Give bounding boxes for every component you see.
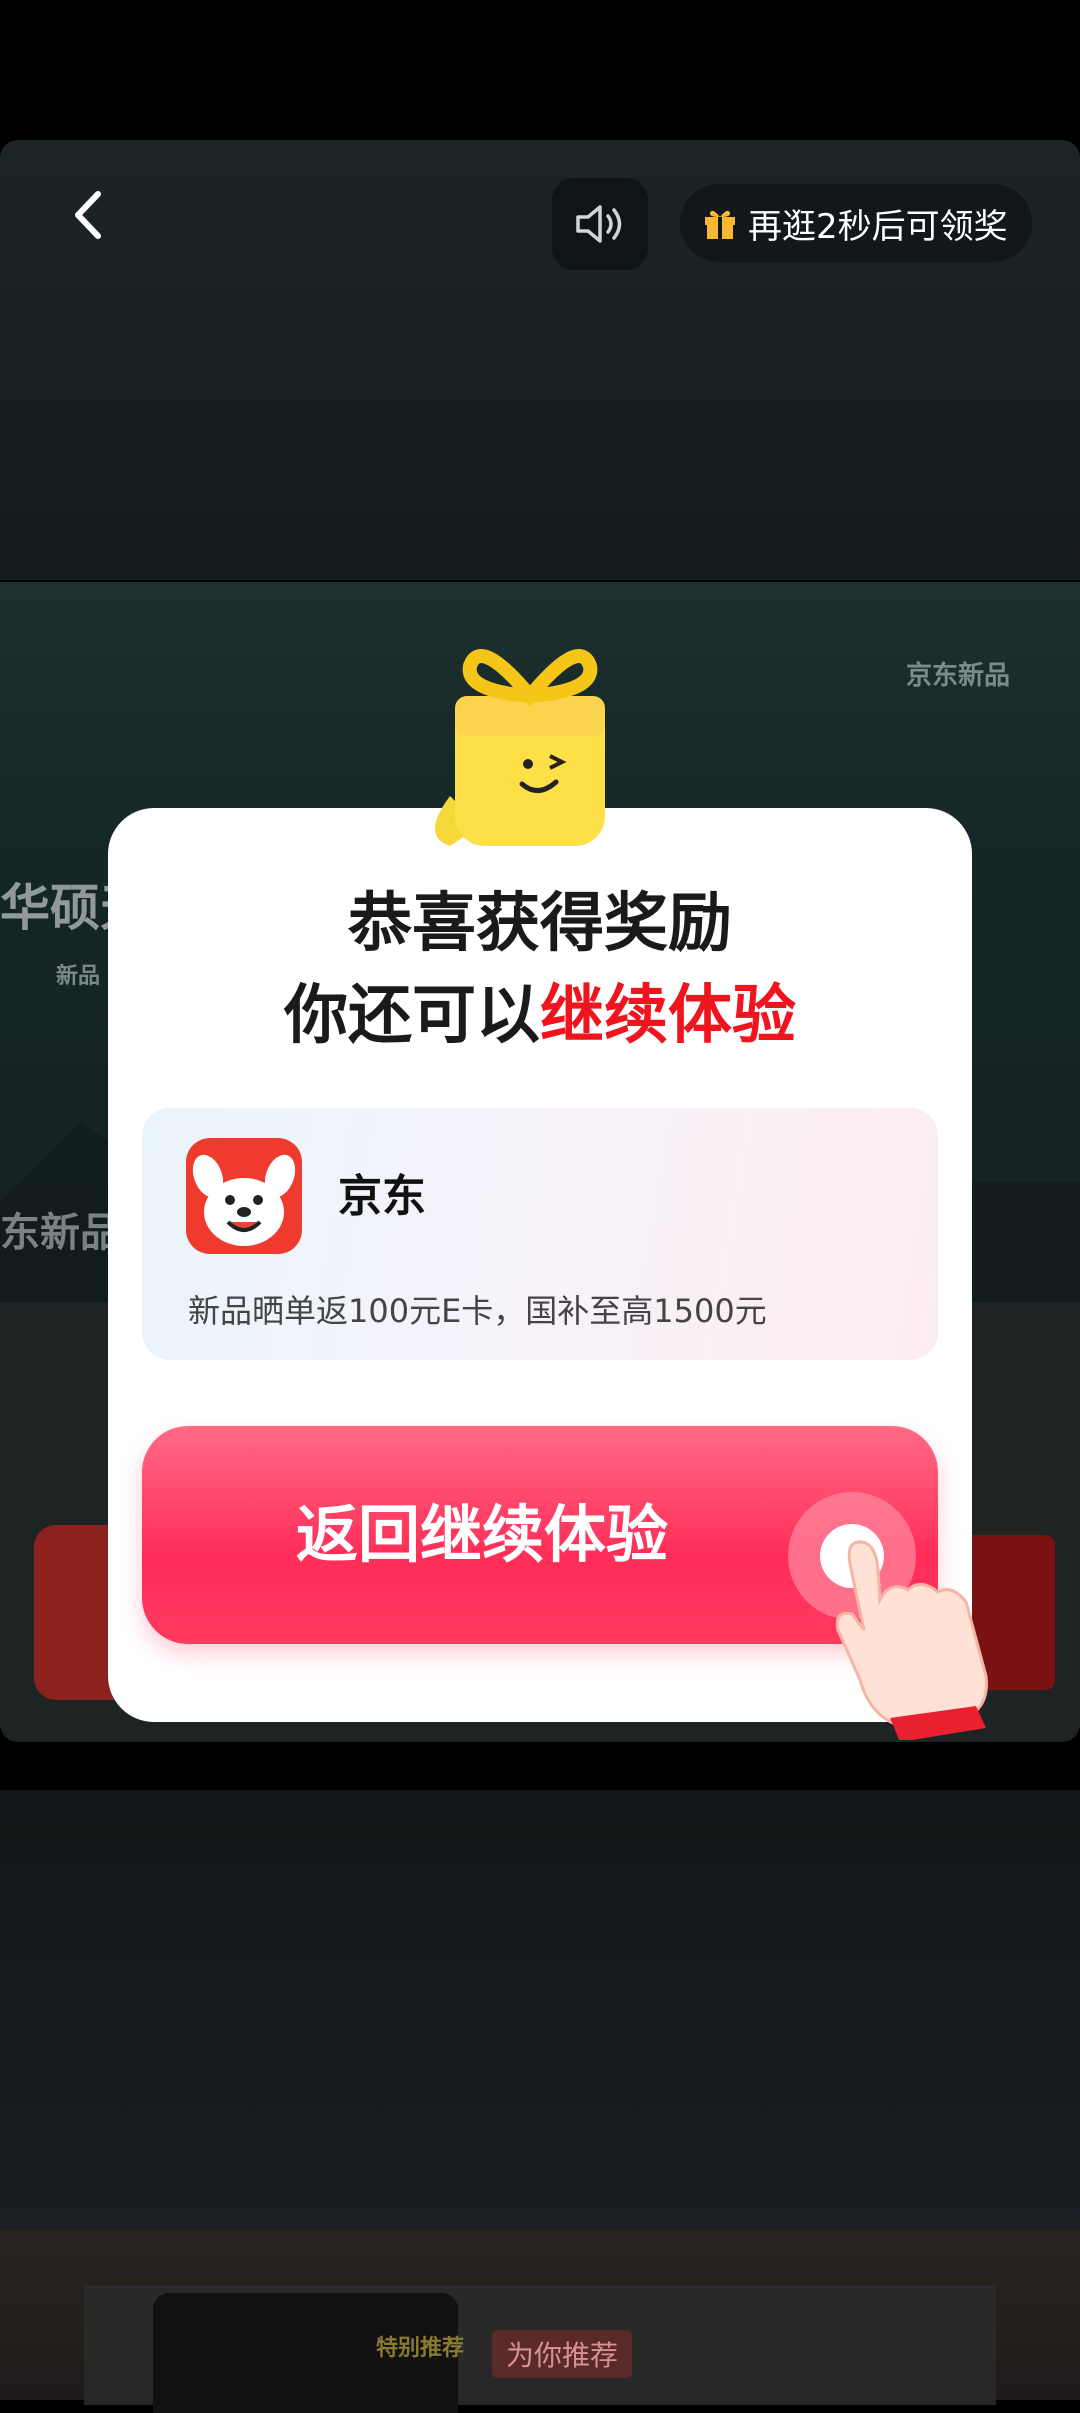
app-card[interactable]: 京东 新品晒单返100元E卡，国补至高1500元 — [142, 1108, 938, 1360]
partial-tag: 新品 — [56, 964, 101, 989]
app-description: 新品晒单返100元E卡，国补至高1500元 — [188, 1292, 767, 1330]
gift-icon — [705, 210, 735, 239]
brand-text: 京东新品 — [906, 661, 1011, 691]
title-line-2-accent: 继续体验 — [540, 979, 796, 1053]
title-line-1: 恭喜获得奖励 — [348, 887, 732, 961]
recommend-tag: 为你推荐 — [492, 2330, 633, 2378]
chevron-left-icon[interactable] — [62, 180, 122, 250]
sound-toggle-button[interactable] — [552, 178, 648, 270]
thumb-tag: 特别推荐 — [376, 2336, 465, 2361]
title-line-2: 你还可以继续体验 — [108, 970, 972, 1062]
tap-hand-icon — [788, 1492, 988, 1740]
speaker-icon — [576, 205, 622, 243]
title-line-2-prefix: 你还可以 — [284, 979, 540, 1053]
modal-title: 恭喜获得奖励 你还可以继续体验 — [108, 878, 972, 1062]
background-lower-area — [0, 1790, 1080, 2230]
reward-countdown-pill: 再逛2秒后可领奖 — [680, 184, 1032, 262]
reward-countdown-text: 再逛2秒后可领奖 — [748, 206, 1008, 247]
app-name: 京东 — [338, 1171, 426, 1222]
continue-experience-label: 返回继续体验 — [295, 1498, 668, 1571]
jd-dog-icon — [186, 1138, 302, 1254]
gift-mascot-icon — [435, 649, 605, 846]
brand-text-left: 东新品 — [0, 1210, 120, 1256]
